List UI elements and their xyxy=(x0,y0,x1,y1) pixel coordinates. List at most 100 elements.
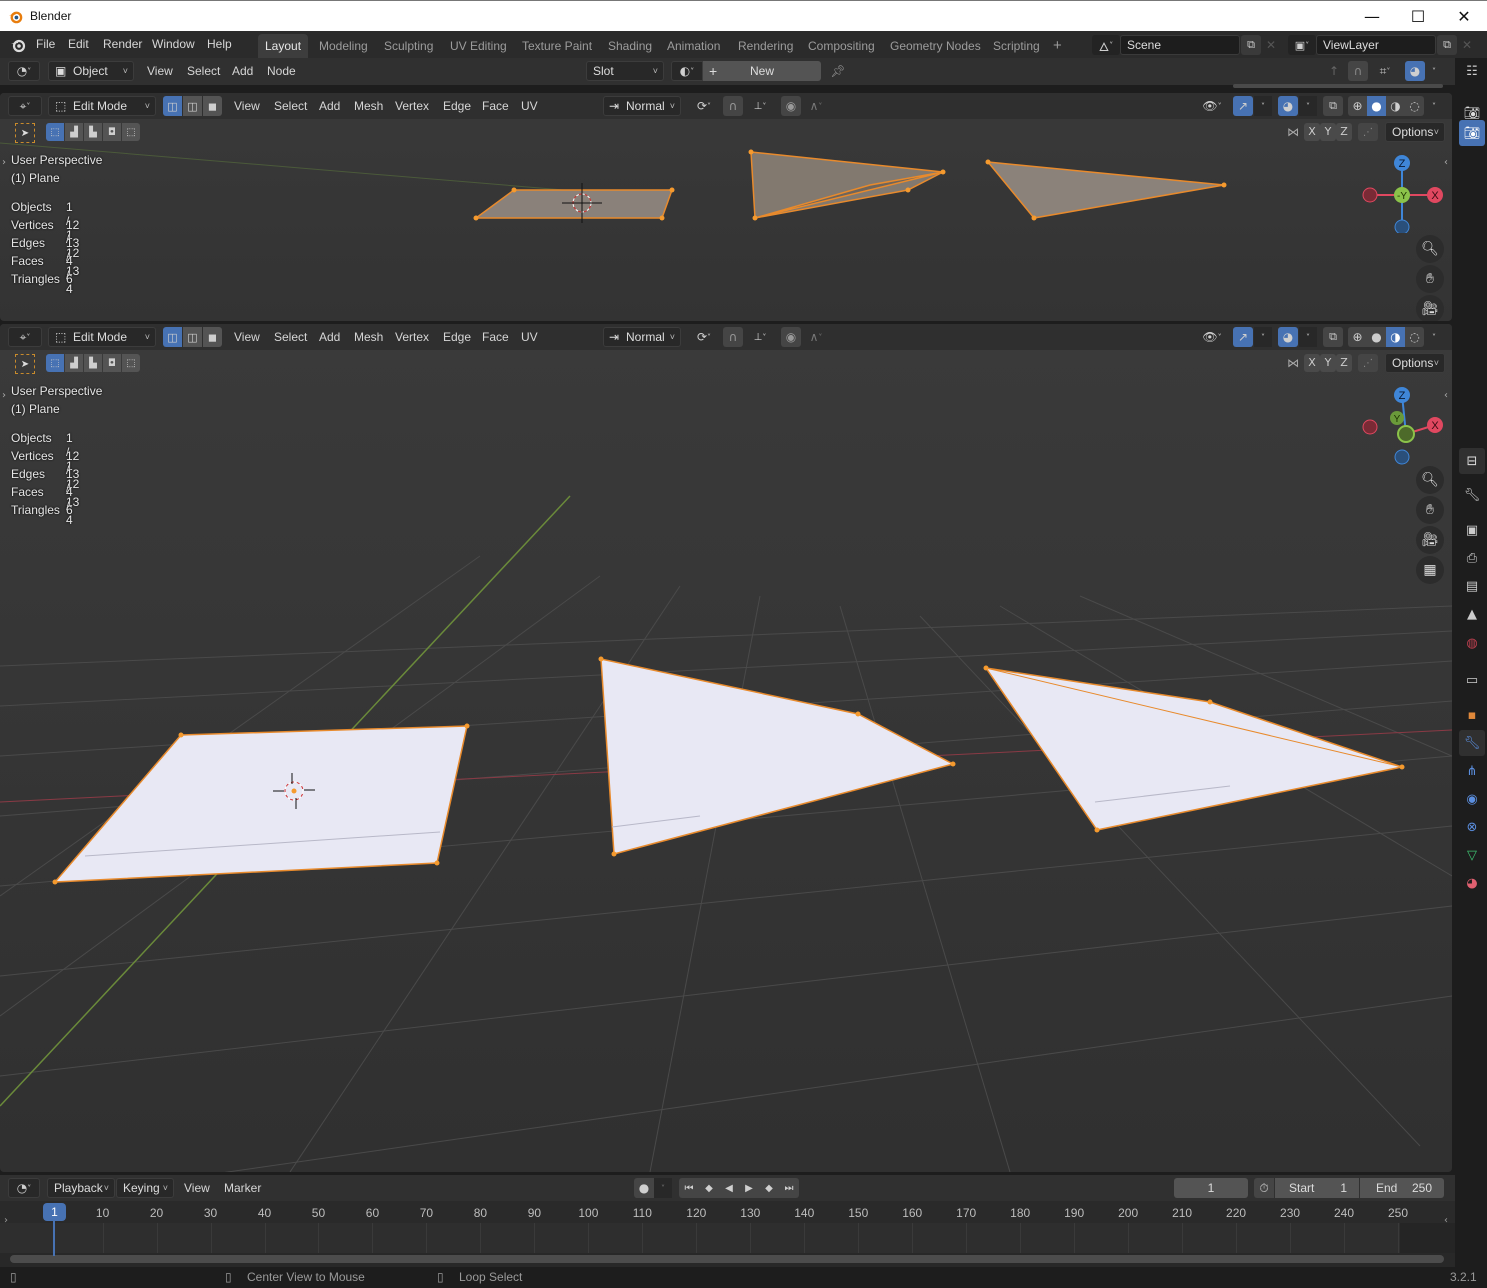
keying-dropdown[interactable]: Keying ˅ xyxy=(116,1178,174,1198)
menu-file[interactable]: File xyxy=(36,31,55,58)
menu-edit[interactable]: Edit xyxy=(68,31,89,58)
select-mode-subtract-icon[interactable]: ▙ xyxy=(84,354,102,372)
tab-sculpting[interactable]: Sculpting xyxy=(377,34,440,58)
material-browse-icon[interactable]: ◐ ˅ xyxy=(671,61,703,81)
new-material-button[interactable]: + New xyxy=(703,61,821,81)
menu-edge[interactable]: Edge xyxy=(443,328,471,346)
pivot-point-icon[interactable]: ⟳ ˅ xyxy=(689,327,719,347)
select-mode-intersect-icon[interactable]: ⬚ xyxy=(122,354,140,372)
minimize-button[interactable]: — xyxy=(1349,1,1395,32)
timeline-right-toggle-icon[interactable]: ‹ xyxy=(1444,1215,1448,1226)
edge-select-icon[interactable]: ◫ xyxy=(183,327,202,347)
menu-vertex[interactable]: Vertex xyxy=(395,328,429,346)
pin-icon[interactable]: 📌︎ xyxy=(828,61,848,81)
material-shading-icon[interactable]: ◑ xyxy=(1386,327,1405,347)
menu-add[interactable]: Add xyxy=(232,62,253,80)
tab-texture-paint[interactable]: Texture Paint xyxy=(515,34,599,58)
timeline-scrollbar[interactable] xyxy=(10,1255,1444,1263)
snap-element-icon[interactable]: ⌗ ˅ xyxy=(1370,61,1400,81)
snap-toggle-icon[interactable]: ∩ xyxy=(723,327,743,347)
outliner-icon[interactable]: ☷ xyxy=(1459,58,1485,84)
world-properties-icon[interactable]: ◍ xyxy=(1459,630,1485,656)
scene-field[interactable]: Scene xyxy=(1120,35,1240,55)
options-dropdown[interactable]: Options ˅ xyxy=(1385,353,1445,373)
menu-node[interactable]: Node xyxy=(267,62,296,80)
gizmo-dropdown-icon[interactable]: ˅ xyxy=(1254,327,1272,347)
tab-modeling[interactable]: Modeling xyxy=(312,34,375,58)
snap-icon[interactable]: ∩ xyxy=(1348,61,1368,81)
delete-scene-icon[interactable]: ✕ xyxy=(1262,35,1280,55)
menu-help[interactable]: Help xyxy=(207,31,232,58)
select-mode-extend-icon[interactable]: ▟ xyxy=(65,354,83,372)
scene-properties-icon[interactable]: ▲ xyxy=(1459,601,1485,627)
blender-menu-icon[interactable] xyxy=(10,37,26,53)
gizmo-neg-x-axis[interactable] xyxy=(1362,187,1378,203)
sidebar-toggle-icon[interactable]: ‹ xyxy=(1444,390,1448,401)
camera-view-icon[interactable]: 🎥︎ xyxy=(1416,526,1444,554)
tab-scripting[interactable]: Scripting xyxy=(986,34,1047,58)
navigation-gizmo[interactable]: Z X -Y xyxy=(1355,151,1450,233)
add-workspace-button[interactable]: + xyxy=(1046,34,1069,58)
copy-view-layer-icon[interactable]: ⧉ xyxy=(1437,35,1457,55)
menu-select[interactable]: Select xyxy=(274,328,307,346)
maximize-button[interactable]: ☐ xyxy=(1395,1,1441,32)
gizmo-neg-z-axis[interactable] xyxy=(1394,219,1410,233)
visibility-icon[interactable]: 👁︎ ˅ xyxy=(1197,327,1227,347)
start-frame-field[interactable]: Start 1 xyxy=(1275,1178,1359,1198)
output-properties-icon[interactable]: ⎙ xyxy=(1459,545,1485,571)
material-properties-icon[interactable]: ◕ xyxy=(1459,870,1485,896)
menu-mesh[interactable]: Mesh xyxy=(354,328,383,346)
view-layer-properties-icon[interactable]: ▤ xyxy=(1459,573,1485,599)
preview-range-icon[interactable]: ⏱ xyxy=(1254,1178,1274,1198)
wireframe-shading-icon[interactable]: ⊕ xyxy=(1348,327,1367,347)
object-properties-icon[interactable]: ▪ xyxy=(1459,702,1485,728)
overlays-toggle-icon[interactable]: ◕ xyxy=(1278,327,1298,347)
transform-orientation-dropdown[interactable]: ⇥ Normal ˅ xyxy=(603,327,681,347)
editor-type-icon[interactable]: ◔ ˅ xyxy=(8,61,40,81)
menu-window[interactable]: Window xyxy=(152,31,195,58)
delete-view-layer-icon[interactable]: ✕ xyxy=(1458,35,1476,55)
modifier-properties-icon[interactable]: 🔧︎ xyxy=(1459,730,1485,756)
prev-keyframe-icon[interactable]: ◆ xyxy=(699,1178,719,1198)
tab-animation[interactable]: Animation xyxy=(660,34,727,58)
perspective-toggle-icon[interactable]: ▦ xyxy=(1416,556,1444,584)
mirror-icon[interactable]: ⋈ xyxy=(1284,354,1302,372)
physics-properties-icon[interactable]: ◉ xyxy=(1459,786,1485,812)
tab-layout[interactable]: Layout xyxy=(258,34,309,58)
camera-view-icon[interactable]: 🎥︎ xyxy=(1416,295,1444,321)
viewport-top[interactable]: ⌖ ˅ ⬚ Edit Mode ˅ ◫ ◫ ◼ View Select Add Mes… xyxy=(0,93,1452,321)
snap-to-icon[interactable]: ⊥ ˅ xyxy=(745,327,775,347)
toolbar-toggle-icon[interactable]: › xyxy=(2,157,6,168)
menu-add[interactable]: Add xyxy=(319,328,340,346)
gizmo-toggle-icon[interactable]: ↗ xyxy=(1233,327,1253,347)
menu-view[interactable]: View xyxy=(184,1179,210,1197)
editor-type-3d-icon[interactable]: ⌖ ˅ xyxy=(8,327,42,347)
jump-end-icon[interactable]: ⏭ xyxy=(779,1178,799,1198)
gizmo-neg-y-axis[interactable] xyxy=(1397,425,1415,443)
mirror-y-toggle[interactable]: Y xyxy=(1320,354,1336,372)
play-reverse-icon[interactable]: ◀ xyxy=(719,1178,739,1198)
pan-view-icon[interactable]: ✋︎ xyxy=(1416,265,1444,293)
playback-dropdown[interactable]: Playback ˅ xyxy=(47,1178,115,1198)
header-scrollbar[interactable] xyxy=(1233,84,1443,88)
tool-properties-icon[interactable]: 🔧︎ xyxy=(1459,482,1485,508)
menu-select[interactable]: Select xyxy=(187,62,220,80)
current-frame-field[interactable]: 1 xyxy=(1174,1178,1248,1198)
parent-node-icon[interactable]: ↑ xyxy=(1324,61,1344,81)
view-layer-selector-icon[interactable]: ▣ ˅ xyxy=(1288,35,1316,55)
next-keyframe-icon[interactable]: ◆ xyxy=(759,1178,779,1198)
data-properties-icon[interactable]: ▽ xyxy=(1459,842,1485,868)
collection-properties-icon[interactable]: ▭ xyxy=(1459,667,1485,693)
menu-view[interactable]: View xyxy=(234,328,260,346)
view-camera-icon[interactable]: 📷︎ xyxy=(1459,120,1485,146)
copy-scene-icon[interactable]: ⧉ xyxy=(1241,35,1261,55)
playhead-marker[interactable]: 1 xyxy=(43,1203,66,1221)
menu-marker[interactable]: Marker xyxy=(224,1179,261,1197)
mirror-x-toggle[interactable]: X xyxy=(1304,354,1320,372)
jump-start-icon[interactable]: ⏮ xyxy=(679,1178,699,1198)
slot-dropdown[interactable]: Slot ˅ xyxy=(586,61,664,81)
object-mode-dropdown[interactable]: ▣ Object ˅ xyxy=(48,61,134,81)
tab-rendering[interactable]: Rendering xyxy=(731,34,800,58)
rendered-shading-icon[interactable]: ◌ xyxy=(1405,327,1424,347)
tool-settings-toggle-icon[interactable]: ⊟ xyxy=(1459,448,1485,474)
